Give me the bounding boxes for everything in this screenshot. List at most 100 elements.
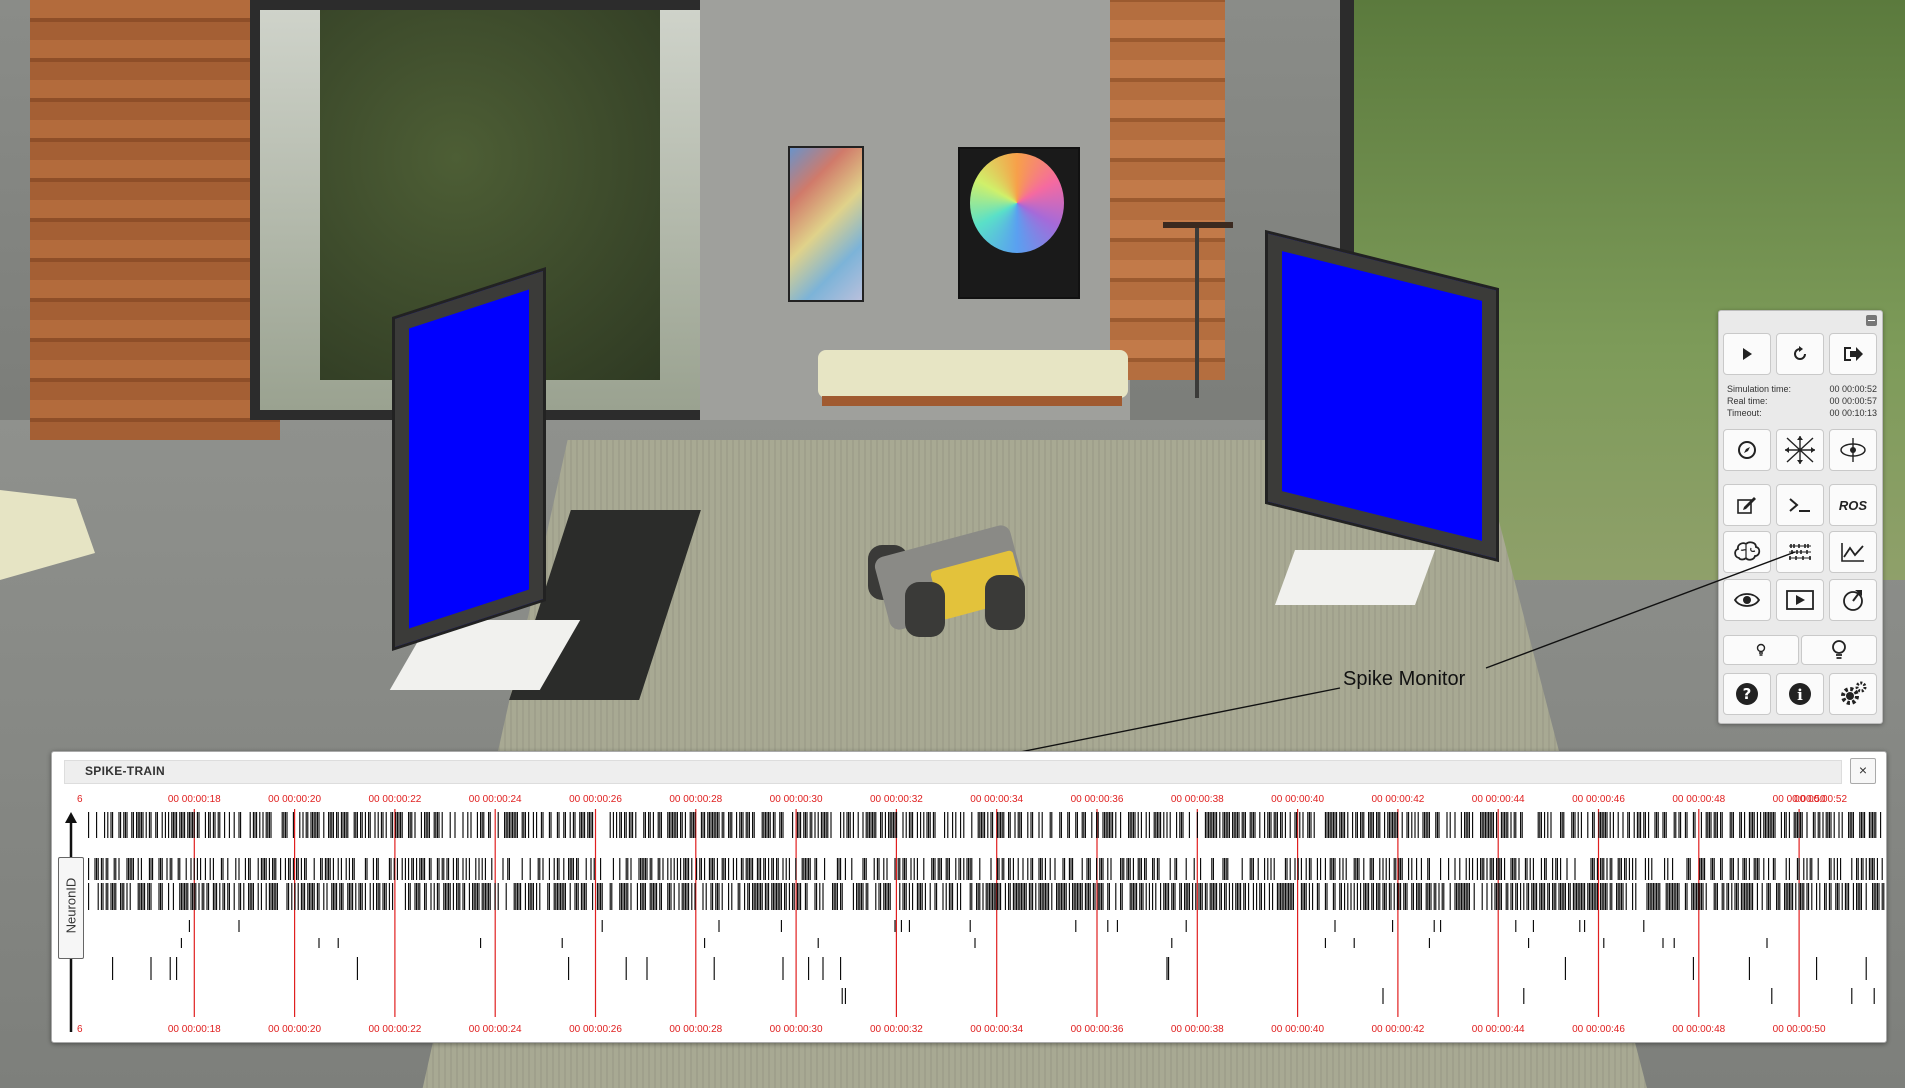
- x-tick-label-bottom: 00 00:00:38: [1171, 1024, 1224, 1035]
- x-tick-label-top: 00 00:00:28: [669, 794, 722, 805]
- wood-wall-panel-right: [1110, 0, 1225, 380]
- x-tick-label-bottom: 00 00:00:42: [1371, 1024, 1424, 1035]
- question-circle-icon: ?: [1736, 683, 1758, 705]
- y-axis-arrow: [65, 812, 77, 823]
- x-tick-label-top: 00 00:00:44: [1472, 794, 1525, 805]
- environment-view-button[interactable]: [1723, 579, 1771, 621]
- x-tick-label-bottom: 00 00:00:40: [1271, 1024, 1324, 1035]
- x-tick-label-bottom: 00 00:00:50: [1773, 1024, 1826, 1035]
- y-axis-label: NeuronID: [63, 877, 79, 934]
- minimize-panel-button[interactable]: [1866, 315, 1877, 326]
- brain-icon: [1734, 541, 1761, 561]
- x-tick-label-top: 00 00:00:30: [770, 794, 823, 805]
- terminal-icon: [1789, 498, 1810, 512]
- x-tick-label-top: 00 00:00:38: [1171, 794, 1224, 805]
- move-arrows-icon: [1785, 436, 1815, 464]
- exit-icon: [1844, 347, 1863, 361]
- x-tick-label-bottom: 6: [77, 1024, 83, 1035]
- exit-button[interactable]: [1829, 333, 1877, 375]
- timeout-label: Timeout:: [1727, 408, 1762, 418]
- spike-monitor-callout: Spike Monitor: [1343, 668, 1466, 690]
- light-increase-button[interactable]: [1801, 635, 1877, 665]
- sim-time-value: 00 00:00:52: [1829, 384, 1877, 394]
- brain-visualizer-button[interactable]: [1723, 531, 1771, 573]
- console-button[interactable]: [1776, 484, 1824, 526]
- x-tick-label-bottom: 00 00:00:28: [669, 1024, 722, 1035]
- spike-train-widget[interactable]: SPIKE-TRAIN × 6 00 00:00:18 00 00:00:20 00 …: [51, 751, 1887, 1043]
- x-tick-label-bottom: 00 00:00:18: [168, 1024, 221, 1035]
- performance-monitor-button[interactable]: [1829, 579, 1877, 621]
- spike-raster-plot: 6 00 00:00:18 00 00:00:20 00 00:00:22 00 00:…: [65, 794, 1885, 1035]
- x-tick-label-bottom: 00 00:00:46: [1572, 1024, 1625, 1035]
- video-stream-button[interactable]: [1776, 579, 1824, 621]
- simulation-control-panel: Simulation time: 00 00:00:52 Real time: 00…: [1718, 310, 1883, 724]
- svg-text:?: ?: [1743, 685, 1752, 703]
- x-tick-label-top: 00 00:00:34: [970, 794, 1023, 805]
- info-circle-icon: i: [1789, 683, 1811, 705]
- move-camera-button[interactable]: [1776, 429, 1824, 471]
- x-tick-label-bottom: 00 00:00:36: [1071, 1024, 1124, 1035]
- joint-plot-button[interactable]: [1829, 531, 1877, 573]
- eye-icon: [1734, 593, 1760, 607]
- compass-icon: [1738, 441, 1756, 459]
- x-tick-label-bottom: 00 00:00:22: [368, 1024, 421, 1035]
- x-tick-label-bottom: 00 00:00:48: [1672, 1024, 1725, 1035]
- object-translate-icon: [1840, 438, 1866, 462]
- x-tick-label-top: 00 00:00:52: [1794, 794, 1847, 805]
- right-monitor-stand: [1274, 550, 1436, 605]
- play-button[interactable]: [1723, 333, 1771, 375]
- x-tick-label-top: 00 00:00:24: [469, 794, 522, 805]
- x-tick-label-bottom: 00 00:00:32: [870, 1024, 923, 1035]
- right-virtual-screen[interactable]: [1268, 233, 1496, 559]
- robot-wheel: [905, 582, 945, 637]
- x-tick-label-top: 00 00:00:40: [1271, 794, 1324, 805]
- x-tick-label-top: 00 00:00:48: [1672, 794, 1725, 805]
- x-tick-label-top: 00 00:00:20: [268, 794, 321, 805]
- pencil-edit-icon: [1737, 497, 1756, 514]
- real-time-label: Real time:: [1727, 396, 1768, 406]
- gauge-icon: [1843, 590, 1863, 611]
- reset-icon: [1794, 346, 1806, 360]
- x-tick-label-top: 00 00:00:18: [168, 794, 221, 805]
- x-tick-label-top: 00 00:00:22: [368, 794, 421, 805]
- x-tick-label-bottom: 00 00:00:20: [268, 1024, 321, 1035]
- x-tick-label-top: 00 00:00:46: [1572, 794, 1625, 805]
- y-axis-label-box: NeuronID: [58, 857, 84, 959]
- info-button[interactable]: i: [1776, 673, 1824, 715]
- x-tick-label-bottom: 00 00:00:44: [1472, 1024, 1525, 1035]
- lightbulb-small-icon: [1756, 643, 1766, 656]
- timeout-value: 00 00:10:13: [1829, 408, 1877, 418]
- wall-painting: [788, 146, 864, 302]
- gears-icon: [1841, 681, 1867, 705]
- bench-base: [822, 396, 1122, 406]
- x-tick-label-top: 00 00:00:36: [1071, 794, 1124, 805]
- edit-button[interactable]: [1723, 484, 1771, 526]
- floor-lamp-pole: [1195, 228, 1199, 398]
- line-chart-icon: [1841, 543, 1864, 562]
- translate-object-button[interactable]: [1829, 429, 1877, 471]
- left-virtual-screen[interactable]: [395, 270, 543, 648]
- reset-button[interactable]: [1776, 333, 1824, 375]
- lightbulb-large-icon: [1832, 640, 1846, 659]
- bench: [818, 350, 1128, 398]
- wood-wall-panel: [30, 0, 280, 440]
- robot-wheel: [985, 575, 1025, 630]
- settings-button[interactable]: [1829, 673, 1877, 715]
- spike-monitor-button[interactable]: [1776, 531, 1824, 573]
- light-decrease-button[interactable]: [1723, 635, 1799, 665]
- x-tick-label-top: 00 00:00:32: [870, 794, 923, 805]
- x-tick-label-bottom: 00 00:00:24: [469, 1024, 522, 1035]
- ros-button[interactable]: ROS: [1829, 484, 1877, 526]
- svg-text:i: i: [1797, 686, 1803, 704]
- real-time-value: 00 00:00:57: [1829, 396, 1877, 406]
- x-tick-label-top: 00 00:00:26: [569, 794, 622, 805]
- play-icon: [1743, 348, 1752, 360]
- x-tick-label-bottom: 00 00:00:30: [770, 1024, 823, 1035]
- sim-time-label: Simulation time:: [1727, 384, 1792, 394]
- x-tick-label-bottom: 00 00:00:26: [569, 1024, 622, 1035]
- x-tick-label-top: 6: [77, 794, 83, 805]
- ros-label: ROS: [1838, 497, 1868, 513]
- orbit-camera-button[interactable]: [1723, 429, 1771, 471]
- spike-train-icon: [1789, 544, 1811, 560]
- help-button[interactable]: ?: [1723, 673, 1771, 715]
